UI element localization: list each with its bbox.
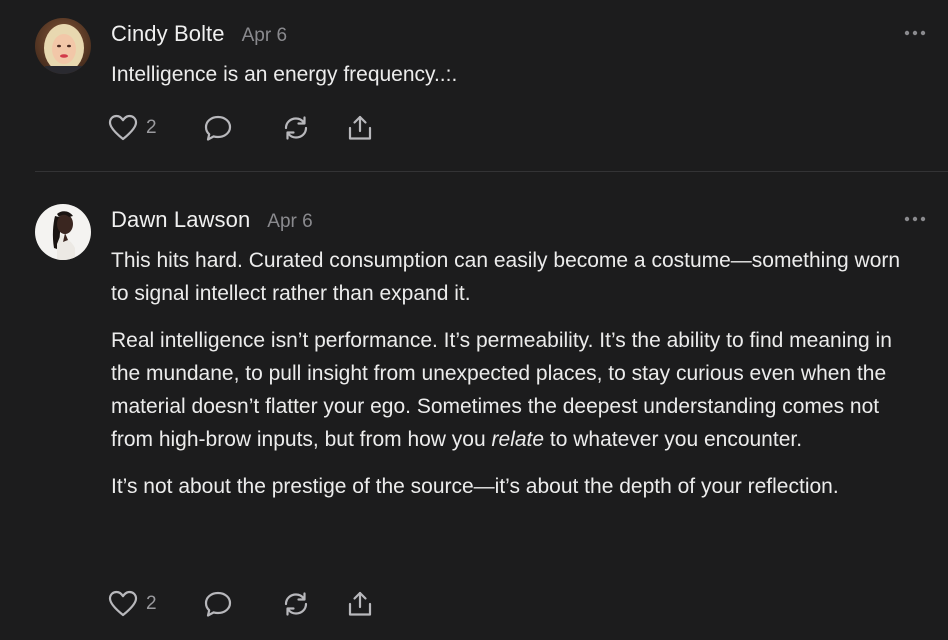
comment-paragraph: Intelligence is an energy frequency..:. bbox=[111, 63, 458, 86]
share-button[interactable] bbox=[345, 589, 375, 619]
share-icon bbox=[348, 115, 372, 140]
more-options-icon[interactable] bbox=[904, 215, 926, 223]
comment-paragraph: It’s not about the prestige of the sourc… bbox=[111, 475, 839, 498]
reply-button[interactable] bbox=[203, 589, 281, 619]
share-button[interactable] bbox=[345, 113, 375, 143]
repost-button[interactable] bbox=[281, 589, 345, 619]
comment-actions: 2 bbox=[108, 113, 375, 143]
emphasized-text: relate bbox=[491, 428, 545, 451]
repost-button[interactable] bbox=[281, 113, 345, 143]
comment-paragraph: This hits hard. Curated consumption can … bbox=[111, 249, 901, 305]
comment-icon bbox=[204, 115, 232, 141]
avatar-woman-portrait-icon bbox=[35, 204, 91, 260]
avatar[interactable] bbox=[35, 18, 91, 74]
heart-icon bbox=[108, 114, 138, 141]
comment-header: Dawn Lawson Apr 6 bbox=[111, 207, 313, 233]
comment-header: Cindy Bolte Apr 6 bbox=[111, 21, 287, 47]
comment: Cindy Bolte Apr 6 Intelligence is an ene… bbox=[0, 0, 948, 171]
share-icon bbox=[348, 591, 372, 616]
avatar[interactable] bbox=[35, 204, 91, 260]
repost-icon bbox=[284, 592, 308, 616]
comment: Dawn Lawson Apr 6 This hits hard. Curate… bbox=[0, 172, 948, 640]
author-name[interactable]: Cindy Bolte bbox=[111, 21, 225, 47]
author-name[interactable]: Dawn Lawson bbox=[111, 207, 250, 233]
like-count: 2 bbox=[146, 117, 157, 138]
heart-icon bbox=[108, 590, 138, 617]
comment-icon bbox=[204, 591, 232, 617]
comment-body: This hits hard. Curated consumption can … bbox=[111, 244, 921, 503]
like-button[interactable]: 2 bbox=[108, 113, 203, 143]
paragraph-text: to whatever you encounter. bbox=[544, 428, 803, 451]
comment-body: Intelligence is an energy frequency..:. bbox=[111, 58, 921, 91]
like-button[interactable]: 2 bbox=[108, 589, 203, 619]
like-count: 2 bbox=[146, 593, 157, 614]
avatar-blonde-woman-icon bbox=[35, 18, 91, 74]
comment-actions: 2 bbox=[108, 589, 375, 619]
repost-icon bbox=[284, 116, 308, 140]
comment-feed: Cindy Bolte Apr 6 Intelligence is an ene… bbox=[0, 0, 948, 640]
comment-date[interactable]: Apr 6 bbox=[242, 25, 287, 47]
comment-paragraph: Real intelligence isn’t performance. It’… bbox=[111, 324, 921, 456]
reply-button[interactable] bbox=[203, 113, 281, 143]
comment-date[interactable]: Apr 6 bbox=[267, 211, 312, 233]
more-options-icon[interactable] bbox=[904, 29, 926, 37]
